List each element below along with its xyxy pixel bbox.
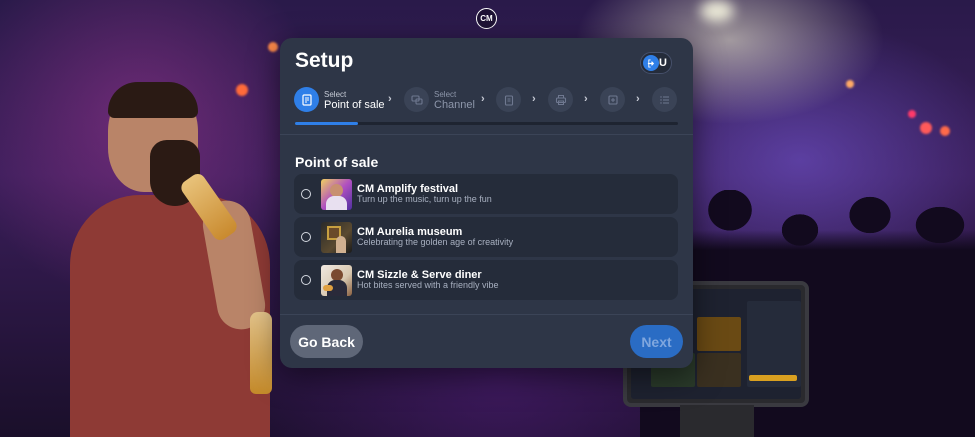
radio-button[interactable] (301, 275, 311, 285)
tablet-tile (697, 353, 741, 387)
dialog-title: Setup (295, 49, 354, 72)
setup-dialog: Setup DU Select Point of sale › Select C… (280, 38, 693, 368)
bokeh-light (846, 80, 854, 88)
bokeh-light (268, 42, 278, 52)
step-channel[interactable]: Select Channel (404, 87, 475, 112)
next-button[interactable]: Next (630, 325, 683, 358)
stage-light (700, 0, 734, 22)
bokeh-light (908, 110, 916, 118)
beer-bottle (250, 312, 272, 394)
tablet-pay-bar (749, 375, 797, 381)
chevron-right-icon: › (584, 93, 588, 105)
chevron-right-icon: › (481, 93, 485, 105)
option-text: CM Aurelia museum Celebrating the golden… (357, 226, 514, 248)
chevron-right-icon: › (636, 93, 640, 105)
option-title: CM Sizzle & Serve diner (357, 269, 482, 281)
pos-option-aurelia-museum[interactable]: CM Aurelia museum Celebrating the golden… (294, 217, 678, 257)
radio-button[interactable] (301, 232, 311, 242)
go-back-button[interactable]: Go Back (290, 325, 363, 358)
option-text: CM Amplify festival Turn up the music, t… (357, 183, 492, 205)
printer-icon (548, 87, 573, 112)
step-sub-label: Select (324, 89, 347, 99)
cm-logo: CM (476, 8, 497, 29)
logout-icon (643, 55, 659, 71)
step-3[interactable] (496, 87, 521, 112)
step-5[interactable] (600, 87, 625, 112)
section-title: Point of sale (295, 154, 379, 170)
museum-thumbnail (321, 221, 352, 253)
channel-icon (404, 87, 429, 112)
person-hair (108, 82, 198, 118)
cash-register-icon (600, 87, 625, 112)
pos-icon (294, 87, 319, 112)
option-title: CM Aurelia museum (357, 226, 463, 238)
radio-button[interactable] (301, 189, 311, 199)
footer-divider (280, 314, 693, 315)
step-4[interactable] (548, 87, 573, 112)
step-label: Select Channel (434, 89, 475, 111)
user-menu-button[interactable]: DU (640, 52, 672, 74)
festival-thumbnail (321, 178, 352, 210)
bokeh-light (920, 122, 932, 134)
clipboard-icon (496, 87, 521, 112)
setup-stepper: Select Point of sale › Select Channel › … (294, 87, 679, 115)
chevron-right-icon: › (388, 93, 392, 105)
chevron-right-icon: › (532, 93, 536, 105)
step-label: Select Point of sale (324, 89, 385, 111)
setup-progress-fill (295, 122, 359, 125)
bokeh-light (236, 84, 248, 96)
step-sub-label: Select (434, 89, 457, 99)
pos-option-sizzle-serve-diner[interactable]: CM Sizzle & Serve diner Hot bites served… (294, 260, 678, 300)
tablet-tile (697, 317, 741, 351)
option-subtitle: Celebrating the golden age of creativity (357, 237, 514, 247)
option-subtitle: Turn up the music, turn up the fun (357, 194, 492, 204)
tablet-stand (680, 405, 754, 437)
bokeh-light (940, 126, 950, 136)
option-subtitle: Hot bites served with a friendly vibe (357, 280, 499, 290)
setup-progress-bar (295, 122, 678, 125)
option-title: CM Amplify festival (357, 183, 459, 195)
list-icon (652, 87, 677, 112)
step-point-of-sale[interactable]: Select Point of sale (294, 87, 385, 112)
step-main-label: Point of sale (324, 98, 385, 111)
pos-option-amplify-festival[interactable]: CM Amplify festival Turn up the music, t… (294, 174, 678, 214)
step-6[interactable] (652, 87, 677, 112)
option-text: CM Sizzle & Serve diner Hot bites served… (357, 269, 499, 291)
divider (280, 134, 693, 135)
step-main-label: Channel (434, 98, 475, 111)
diner-thumbnail (321, 264, 352, 296)
